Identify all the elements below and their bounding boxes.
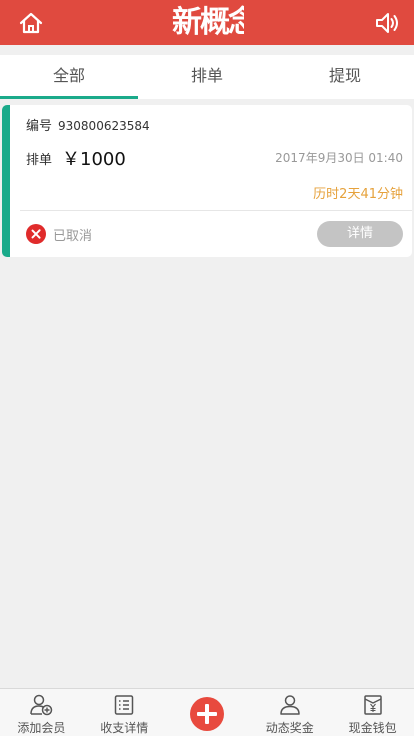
serial-row: 编号 930800623584 — [26, 115, 150, 134]
add-member-icon — [30, 694, 53, 716]
tab-all[interactable]: 全部 — [0, 55, 138, 99]
status-badge: 已取消 — [26, 223, 92, 245]
nav-label-cash-wallet: 现金钱包 — [348, 721, 397, 735]
status-text: 已取消 — [53, 228, 93, 244]
nav-cash-wallet[interactable]: 现金钱包 — [331, 689, 414, 736]
wallet-icon — [363, 695, 382, 715]
order-duration: 历时2天41分钟 — [313, 187, 403, 202]
plus-icon — [189, 697, 224, 731]
home-icon[interactable] — [18, 10, 44, 36]
amount-row: 排单 ￥1000 — [26, 145, 126, 171]
logo-text: 新概念 — [172, 5, 244, 40]
tab-withdraw[interactable]: 提现 — [276, 55, 414, 99]
list-icon — [114, 695, 134, 715]
filter-tabs: 全部 排单 提现 — [0, 55, 414, 99]
nav-label-add-member: 添加会员 — [17, 721, 66, 735]
nav-dynamic-bonus[interactable]: 动态奖金 — [248, 689, 331, 736]
nav-add[interactable] — [166, 689, 249, 736]
nav-label-dynamic-bonus: 动态奖金 — [265, 721, 314, 735]
order-datetime: 2017年9月30日 01:40 — [275, 151, 403, 165]
detail-button[interactable]: 详情 — [317, 221, 403, 247]
order-amount: ￥1000 — [62, 149, 126, 170]
serial-label: 编号 — [26, 119, 53, 134]
bottom-nav: 添加会员 收支详情 动态奖金 现金钱包 — [0, 688, 414, 736]
divider — [20, 210, 412, 211]
nav-label-income-details: 收支详情 — [100, 721, 149, 735]
serial-number: 930800623584 — [58, 119, 150, 133]
order-type-label: 排单 — [26, 152, 53, 168]
nav-add-member[interactable]: 添加会员 — [0, 689, 83, 736]
order-card: 编号 930800623584 排单 ￥1000 2017年9月30日 01:40 … — [2, 105, 412, 257]
nav-income-details[interactable]: 收支详情 — [83, 689, 166, 736]
tab-queue[interactable]: 排单 — [138, 55, 276, 99]
app-header: 新概念 — [0, 0, 414, 45]
members-icon — [280, 695, 300, 715]
speaker-icon[interactable] — [374, 10, 400, 36]
app-logo: 新概念 — [172, 4, 244, 42]
cancel-icon — [26, 224, 46, 244]
